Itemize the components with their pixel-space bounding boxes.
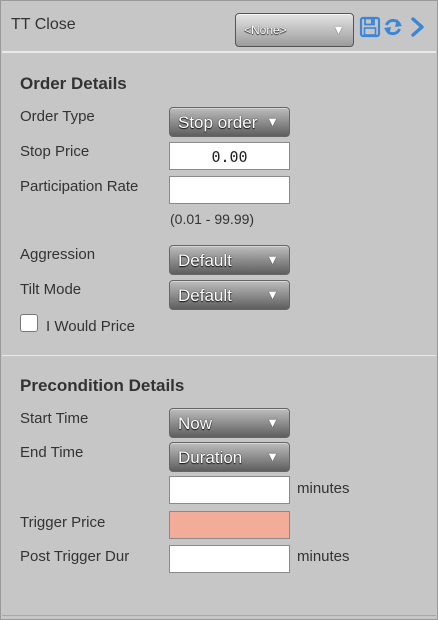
participation-rate-range: (0.01 - 99.99) [170,211,255,227]
aggression-label: Aggression [20,246,96,263]
header-divider [2,51,436,53]
participation-rate-field[interactable] [169,176,290,204]
stop-price-label: Stop Price [20,143,90,160]
order-type-label: Order Type [20,108,95,125]
refresh-icon[interactable] [382,16,404,38]
post-trigger-dur-label: Post Trigger Dur [20,548,130,565]
panel-header: TT Close <None> ▼ [2,2,436,50]
order-type-value: Stop order [178,113,258,132]
chevron-down-icon: ▼ [266,415,279,430]
aggression-value: Default [178,251,232,270]
chevron-down-icon: ▼ [266,114,279,129]
end-time-select[interactable]: Duration ▼ [169,442,290,472]
tilt-mode-label: Tilt Mode [20,281,82,298]
stop-price-field[interactable]: 0.00 [169,142,290,170]
start-time-select[interactable]: Now ▼ [169,408,290,438]
post-trigger-dur-field[interactable] [169,545,290,573]
chevron-down-icon: ▼ [332,22,345,37]
order-details-title: Order Details [20,74,127,93]
trigger-price-label: Trigger Price [20,514,106,531]
trigger-price-field[interactable] [169,511,290,539]
order-panel: TT Close <None> ▼ Order Details Order Ty… [0,0,438,620]
preset-select-value: <None> [244,23,287,37]
post-trigger-dur-unit: minutes [297,548,350,565]
start-time-value: Now [178,414,213,433]
end-time-value: Duration [178,448,243,467]
start-time-label: Start Time [20,410,89,427]
tilt-mode-select[interactable]: Default ▼ [169,280,290,310]
panel-title: TT Close [11,16,76,33]
participation-rate-label: Participation Rate [20,178,139,195]
i-would-price-label: I Would Price [46,318,135,335]
chevron-down-icon: ▼ [266,449,279,464]
chevron-right-icon[interactable] [406,16,428,38]
chevron-down-icon: ▼ [266,252,279,267]
precondition-details-title: Precondition Details [20,376,185,395]
duration-unit: minutes [297,480,350,497]
chevron-down-icon: ▼ [266,287,279,302]
save-icon[interactable] [359,16,381,38]
bottom-border [2,615,436,616]
duration-field[interactable] [169,476,290,504]
preset-select[interactable]: <None> ▼ [235,13,354,47]
order-type-select[interactable]: Stop order ▼ [169,107,290,137]
end-time-label: End Time [20,444,84,461]
aggression-select[interactable]: Default ▼ [169,245,290,275]
tilt-mode-value: Default [178,286,232,305]
section-divider [2,355,436,356]
i-would-price-checkbox[interactable] [20,314,38,332]
